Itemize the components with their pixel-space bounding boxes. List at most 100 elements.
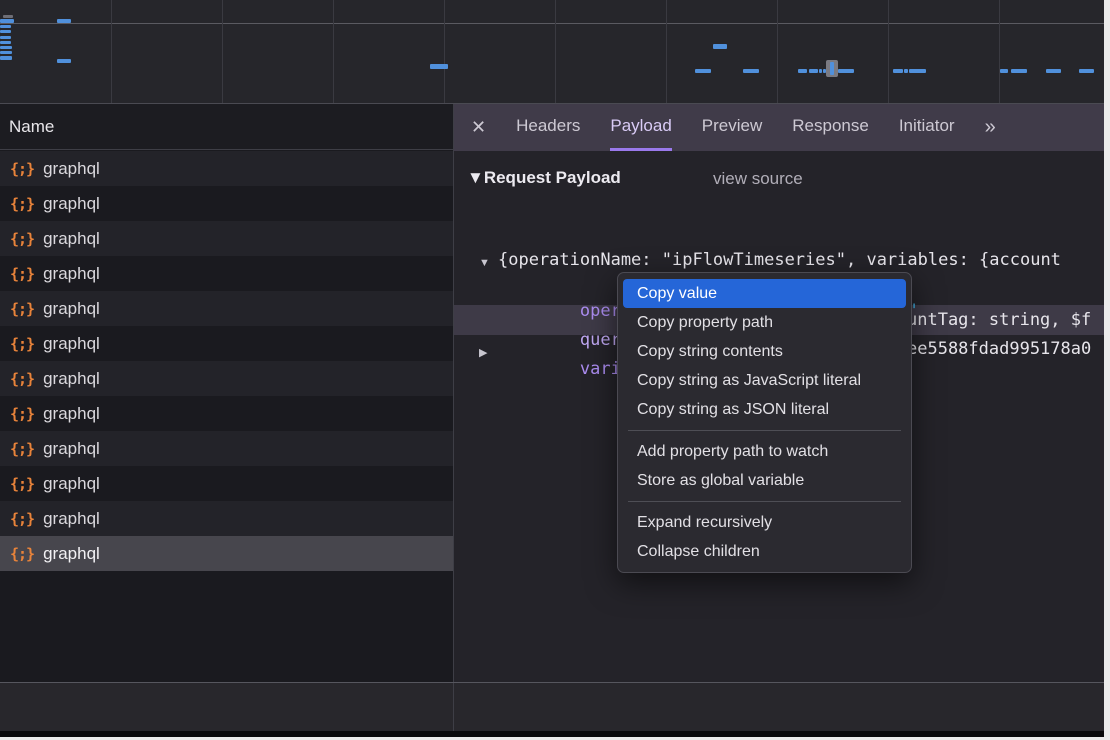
network-request-row[interactable]: {;}graphql	[0, 536, 453, 571]
request-name-label: graphql	[43, 544, 100, 564]
overview-request-bar	[838, 69, 854, 73]
json-request-icon: {;}	[10, 160, 34, 178]
network-request-row[interactable]: {;}graphql	[0, 186, 453, 221]
overview-request-bar	[904, 69, 908, 73]
overview-request-bar	[1000, 69, 1008, 73]
network-request-row[interactable]: {;} graphql	[0, 501, 453, 536]
request-name-label: graphql	[43, 229, 100, 249]
overview-gridline	[555, 0, 556, 103]
menu-separator	[628, 501, 901, 502]
network-request-row[interactable]: {;} graphql	[0, 396, 453, 431]
network-request-row[interactable]: {;} graphql	[0, 151, 453, 186]
menu-item-collapse-children[interactable]: Collapse children	[618, 537, 911, 566]
menu-item-copy-string-contents[interactable]: Copy string contents	[618, 337, 911, 366]
json-request-icon: {;}	[10, 510, 34, 528]
overview-request-bar	[0, 41, 11, 44]
overview-gridline	[666, 0, 667, 103]
overview-request-bar	[0, 19, 14, 23]
request-name-label: graphql	[43, 194, 100, 214]
network-request-row[interactable]: {;} graphql	[0, 326, 453, 361]
overview-request-bar	[1011, 69, 1027, 73]
overview-request-bar	[57, 59, 71, 63]
request-name-label: graphql	[43, 404, 100, 424]
overview-request-bar	[798, 69, 807, 73]
request-rows: {;} graphql {;} graphql {;} graphql {;} graphql…	[0, 151, 453, 571]
overview-gray-bar	[3, 15, 13, 18]
menu-item-copy-value[interactable]: Copy value	[623, 279, 906, 308]
overview-gridline	[333, 0, 334, 103]
section-collapse-icon[interactable]: ▼	[467, 168, 484, 187]
tab-payload[interactable]: Payload	[610, 104, 671, 151]
request-name-label: graphql	[43, 509, 100, 529]
network-request-row[interactable]: {;} graphql	[0, 361, 453, 396]
network-request-row[interactable]: {;} graphql	[0, 256, 453, 291]
overview-request-bar	[0, 25, 11, 28]
request-payload-section-header[interactable]: ▼Request Payload	[467, 168, 621, 188]
context-menu: Copy valueCopy property pathCopy string …	[617, 272, 912, 573]
request-name-label: graphql	[43, 299, 100, 319]
overview-request-bar	[695, 69, 711, 73]
overview-request-bar	[713, 44, 727, 49]
menu-item-copy-property-path[interactable]: Copy property path	[618, 308, 911, 337]
overview-gridline	[777, 0, 778, 103]
network-request-row[interactable]: {;} graphql	[0, 221, 453, 256]
json-request-icon: {;}	[10, 230, 34, 248]
menu-item-add-property-path-to-watch[interactable]: Add property path to watch	[618, 437, 911, 466]
footer-summary-bar	[0, 683, 1110, 731]
overview-request-bar	[0, 51, 12, 54]
menu-item-store-as-global-variable[interactable]: Store as global variable	[618, 466, 911, 495]
json-request-icon: {;}	[10, 300, 34, 318]
request-list-panel: Name {;}graphql{;}graphql{;}graphql{;}gr…	[0, 104, 454, 682]
json-request-icon: {;}	[10, 475, 34, 493]
menu-item-expand-recursively[interactable]: Expand recursively	[618, 508, 911, 537]
variables-row-right-fragment: ee5588fdad995178a0	[907, 339, 1091, 359]
overview-request-bar	[1079, 69, 1094, 73]
network-request-row[interactable]: {;} graphql	[0, 466, 453, 501]
json-request-icon: {;}	[10, 440, 34, 458]
request-name-label: graphql	[43, 334, 100, 354]
overview-request-bar	[1046, 69, 1061, 73]
request-name-label: graphql	[43, 369, 100, 389]
tab-preview[interactable]: Preview	[702, 104, 762, 151]
overview-request-bar	[809, 69, 818, 73]
request-name-label: graphql	[43, 264, 100, 284]
request-name-label: graphql	[43, 474, 100, 494]
payload-preview-line[interactable]: {operationName: "ipFlowTimeseries", vari…	[498, 250, 1061, 270]
overview-request-bar	[909, 69, 926, 73]
name-column-header[interactable]: Name	[0, 104, 453, 150]
menu-item-copy-string-as-json-literal[interactable]: Copy string as JSON literal	[618, 395, 911, 424]
json-request-icon: {;}	[10, 405, 34, 423]
overview-request-bar	[893, 69, 903, 73]
network-request-row[interactable]: {;} graphql	[0, 431, 453, 466]
network-request-row[interactable]: {;} graphql	[0, 291, 453, 326]
tab-initiator[interactable]: Initiator	[899, 104, 955, 151]
tab-headers[interactable]: Headers	[516, 104, 580, 151]
detail-tabbar: ✕ Headers Payload Preview Response Initiator…	[454, 104, 1104, 151]
tab-response[interactable]: Response	[792, 104, 869, 151]
overview-gridline	[444, 0, 445, 103]
screenshot-matte-right	[1104, 0, 1110, 740]
overview-gridline	[222, 0, 223, 103]
overview-request-bar	[0, 30, 11, 33]
view-source-link[interactable]: view source	[713, 169, 803, 189]
json-request-icon: {;}	[10, 335, 34, 353]
overview-request-bar	[57, 19, 71, 23]
more-tabs-icon[interactable]: »	[985, 116, 994, 139]
footer-column-separator	[453, 683, 454, 731]
json-request-icon: {;}	[10, 265, 34, 283]
variables-expand-icon[interactable]: ▶	[479, 346, 487, 359]
close-icon[interactable]: ✕	[471, 117, 486, 138]
request-name-label: graphql	[43, 159, 100, 179]
overview-request-bar	[743, 69, 759, 73]
overview-selected-marker-bar	[830, 62, 834, 75]
json-request-icon: {;}	[10, 370, 34, 388]
request-name-label: graphql	[43, 439, 100, 459]
overview-request-bar	[0, 46, 12, 49]
overview-gridline	[888, 0, 889, 103]
network-overview-timeline[interactable]	[0, 0, 1110, 104]
menu-item-copy-string-as-javascript-literal[interactable]: Copy string as JavaScript literal	[618, 366, 911, 395]
tree-expand-icon[interactable]: ▼	[479, 257, 490, 269]
devtools-network-panel: Name {;}graphql{;}graphql{;}graphql{;}gr…	[0, 0, 1110, 740]
overview-request-bar	[819, 69, 822, 73]
overview-request-bar	[0, 56, 12, 60]
